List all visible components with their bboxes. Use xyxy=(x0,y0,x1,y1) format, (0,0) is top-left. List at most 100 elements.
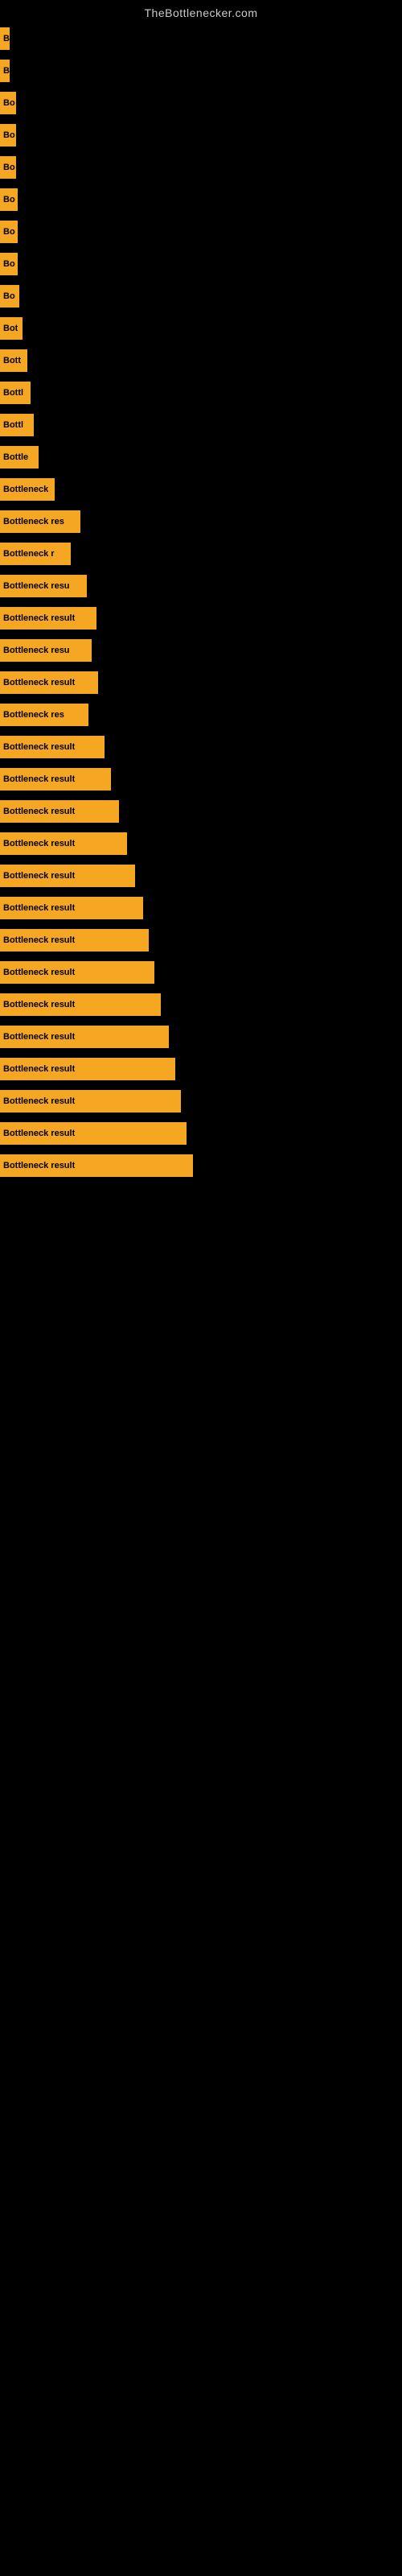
bar-label-7: Bo xyxy=(3,259,15,269)
bar-label-31: Bottleneck result xyxy=(3,1032,75,1042)
bar-label-16: Bottleneck r xyxy=(3,549,55,559)
bar-label-32: Bottleneck result xyxy=(3,1064,75,1074)
bar-label-2: Bo xyxy=(3,98,15,108)
bar-row: Bottleneck result xyxy=(0,1117,402,1150)
bar-23: Bottleneck result xyxy=(0,768,111,791)
bar-row: Bottleneck result xyxy=(0,731,402,763)
bar-label-13: Bottle xyxy=(3,452,28,462)
bar-row: Bottleneck result xyxy=(0,667,402,699)
bar-14: Bottleneck xyxy=(0,478,55,501)
bar-row: Bottl xyxy=(0,409,402,441)
bar-row: Bot xyxy=(0,312,402,345)
bar-18: Bottleneck result xyxy=(0,607,96,630)
bar-label-12: Bottl xyxy=(3,420,23,430)
bar-label-14: Bottleneck xyxy=(3,485,48,494)
bar-12: Bottl xyxy=(0,414,34,436)
bar-label-28: Bottleneck result xyxy=(3,935,75,945)
bar-label-1: B xyxy=(3,66,10,76)
bar-label-19: Bottleneck resu xyxy=(3,646,70,655)
bar-24: Bottleneck result xyxy=(0,800,119,823)
bar-8: Bo xyxy=(0,285,19,308)
bar-6: Bo xyxy=(0,221,18,243)
bar-26: Bottleneck result xyxy=(0,865,135,887)
bar-27: Bottleneck result xyxy=(0,897,143,919)
bar-row: Bottleneck res xyxy=(0,506,402,538)
bar-row: Bo xyxy=(0,119,402,151)
bar-34: Bottleneck result xyxy=(0,1122,187,1145)
bar-1: B xyxy=(0,60,10,82)
bar-row: Bottleneck result xyxy=(0,1085,402,1117)
bar-5: Bo xyxy=(0,188,18,211)
bar-row: Bottl xyxy=(0,377,402,409)
bar-2: Bo xyxy=(0,92,16,114)
bar-9: Bot xyxy=(0,317,23,340)
bar-21: Bottleneck res xyxy=(0,704,88,726)
bar-25: Bottleneck result xyxy=(0,832,127,855)
bar-label-0: B xyxy=(3,34,10,43)
bar-row: Bottleneck xyxy=(0,473,402,506)
bar-label-23: Bottleneck result xyxy=(3,774,75,784)
bar-3: Bo xyxy=(0,124,16,147)
bar-label-25: Bottleneck result xyxy=(3,839,75,848)
bar-row: Bottleneck result xyxy=(0,1053,402,1085)
bar-row: Bo xyxy=(0,248,402,280)
bar-label-8: Bo xyxy=(3,291,15,301)
bar-row: Bo xyxy=(0,280,402,312)
bar-row: Bottle xyxy=(0,441,402,473)
site-title: TheBottlenecker.com xyxy=(0,0,402,23)
bar-22: Bottleneck result xyxy=(0,736,105,758)
bar-row: B xyxy=(0,55,402,87)
bar-label-4: Bo xyxy=(3,163,15,172)
bar-row: Bottleneck result xyxy=(0,828,402,860)
bar-label-30: Bottleneck result xyxy=(3,1000,75,1009)
bar-label-21: Bottleneck res xyxy=(3,710,64,720)
bar-label-20: Bottleneck result xyxy=(3,678,75,687)
bar-row: Bo xyxy=(0,87,402,119)
bar-11: Bottl xyxy=(0,382,31,404)
bar-4: Bo xyxy=(0,156,16,179)
bar-label-6: Bo xyxy=(3,227,15,237)
bar-16: Bottleneck r xyxy=(0,543,71,565)
bar-label-17: Bottleneck resu xyxy=(3,581,70,591)
bar-row: Bo xyxy=(0,184,402,216)
bar-row: Bottleneck result xyxy=(0,602,402,634)
bar-30: Bottleneck result xyxy=(0,993,161,1016)
bar-row: Bottleneck result xyxy=(0,860,402,892)
bar-row: Bo xyxy=(0,151,402,184)
bar-7: Bo xyxy=(0,253,18,275)
bar-row: Bottleneck r xyxy=(0,538,402,570)
bar-label-24: Bottleneck result xyxy=(3,807,75,816)
bar-label-11: Bottl xyxy=(3,388,23,398)
bar-31: Bottleneck result xyxy=(0,1026,169,1048)
bar-label-15: Bottleneck res xyxy=(3,517,64,526)
bar-row: Bottleneck result xyxy=(0,892,402,924)
bar-label-10: Bott xyxy=(3,356,21,365)
bar-label-9: Bot xyxy=(3,324,18,333)
bar-row: Bottleneck result xyxy=(0,1021,402,1053)
bar-17: Bottleneck resu xyxy=(0,575,87,597)
bar-13: Bottle xyxy=(0,446,39,469)
bar-row: Bottleneck result xyxy=(0,763,402,795)
bar-row: Bottleneck result xyxy=(0,795,402,828)
bar-label-35: Bottleneck result xyxy=(3,1161,75,1170)
bar-15: Bottleneck res xyxy=(0,510,80,533)
bar-35: Bottleneck result xyxy=(0,1154,193,1177)
bar-row: Bottleneck result xyxy=(0,956,402,989)
bar-label-33: Bottleneck result xyxy=(3,1096,75,1106)
bar-0: B xyxy=(0,27,10,50)
bar-row: Bo xyxy=(0,216,402,248)
bar-32: Bottleneck result xyxy=(0,1058,175,1080)
bar-28: Bottleneck result xyxy=(0,929,149,952)
bar-row: Bottleneck resu xyxy=(0,570,402,602)
bar-row: Bottleneck result xyxy=(0,989,402,1021)
bar-label-18: Bottleneck result xyxy=(3,613,75,623)
bar-label-3: Bo xyxy=(3,130,15,140)
bar-label-5: Bo xyxy=(3,195,15,204)
bars-container: B B Bo Bo Bo Bo Bo Bo Bo Bot Bott Bottl Bottl Bottle B… xyxy=(0,23,402,1182)
bar-label-27: Bottleneck result xyxy=(3,903,75,913)
bar-label-29: Bottleneck result xyxy=(3,968,75,977)
bar-row: Bott xyxy=(0,345,402,377)
bar-label-34: Bottleneck result xyxy=(3,1129,75,1138)
bar-row: Bottleneck res xyxy=(0,699,402,731)
bar-label-26: Bottleneck result xyxy=(3,871,75,881)
